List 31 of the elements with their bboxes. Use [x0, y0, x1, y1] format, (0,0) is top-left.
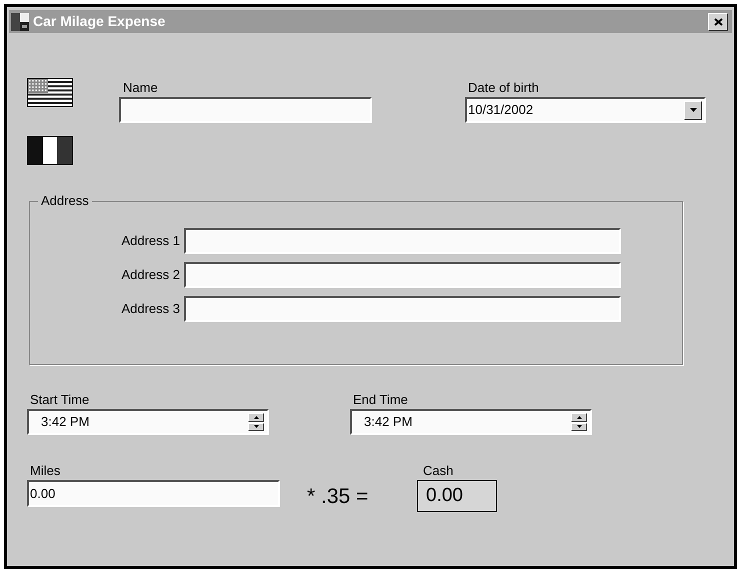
up-arrow-icon — [254, 416, 258, 419]
window-title: Car Milage Expense — [33, 12, 166, 31]
address-input[interactable] — [184, 296, 621, 322]
name-input[interactable] — [119, 97, 372, 123]
close-icon — [714, 18, 722, 26]
field-label: Cash — [423, 463, 454, 479]
down-arrow-icon — [254, 425, 258, 428]
flag-icon[interactable] — [27, 78, 73, 107]
date-picker[interactable]: 10/31/2002 — [465, 97, 706, 123]
field-label: Name — [123, 80, 159, 96]
dropdown-arrow-icon — [690, 108, 696, 112]
up-arrow-icon — [576, 416, 582, 419]
address-input[interactable] — [184, 262, 621, 288]
spin-buttons[interactable] — [248, 413, 264, 431]
address-input[interactable] — [184, 228, 621, 254]
field-label: Date of birth — [468, 80, 540, 96]
spin-buttons[interactable] — [571, 413, 587, 431]
formula-text: * .35 = — [307, 485, 370, 509]
miles-input[interactable]: 0.00 — [27, 480, 280, 507]
down-arrow-icon — [576, 425, 582, 428]
field-label: Start Time — [30, 392, 90, 408]
field-label: Address 2 — [120, 266, 181, 284]
time-picker[interactable]: 3:42 PM — [350, 409, 592, 435]
close-button[interactable] — [708, 12, 728, 30]
flag-icon[interactable] — [27, 136, 73, 165]
time-picker[interactable]: 3:42 PM — [27, 409, 269, 435]
field-label: Address 3 — [120, 300, 181, 318]
cash-value: 0.00 — [417, 480, 497, 512]
field-label: End Time — [353, 392, 409, 408]
field-label: Address 1 — [120, 232, 181, 250]
field-label: Miles — [30, 463, 62, 479]
